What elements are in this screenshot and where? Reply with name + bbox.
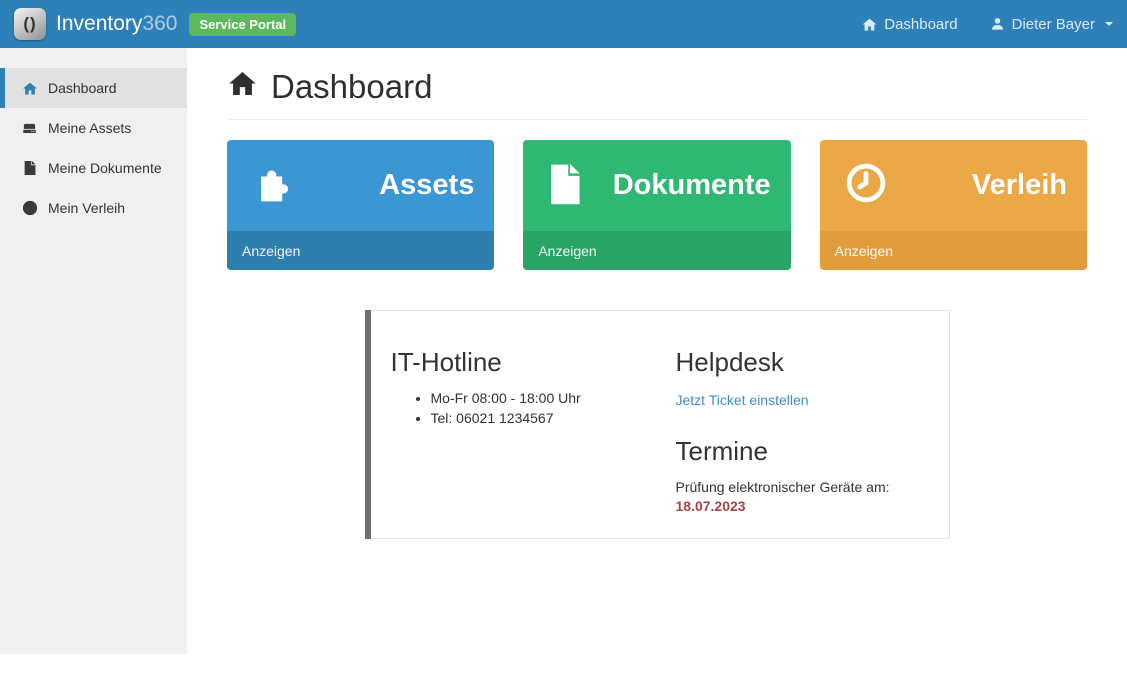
main-content: Dashboard Assets Anzeigen Dokumente Anze… (187, 68, 1127, 674)
info-panel: IT-Hotline Mo-Fr 08:00 - 18:00 Uhr Tel: … (365, 310, 950, 539)
tile-dokumente-title: Dokumente (613, 169, 771, 202)
user-icon (990, 16, 1005, 32)
brand-name: Inventory (56, 12, 142, 35)
clock-icon (844, 161, 888, 210)
helpdesk-section: Helpdesk Jetzt Ticket einstellen Termine… (676, 337, 921, 514)
tile-dokumente-action[interactable]: Anzeigen (523, 231, 790, 270)
page-title: Dashboard (227, 68, 1087, 106)
tile-assets[interactable]: Assets Anzeigen (227, 140, 494, 270)
termine-date: 18.07.2023 (676, 498, 921, 514)
navbar-dashboard-link[interactable]: Dashboard (862, 16, 957, 33)
tile-dokumente-body: Dokumente (523, 140, 790, 231)
title-divider (227, 119, 1087, 120)
clock-icon (21, 200, 38, 216)
user-name: Dieter Bayer (1012, 16, 1095, 33)
hotline-phone: Tel: 06021 1234567 (431, 408, 676, 428)
hdd-icon (21, 121, 38, 136)
tile-assets-body: Assets (227, 140, 494, 231)
file-icon (21, 160, 38, 176)
hotline-hours: Mo-Fr 08:00 - 18:00 Uhr (431, 388, 676, 408)
sidebar-item-label: Meine Assets (48, 120, 131, 136)
navbar-dashboard-label: Dashboard (884, 16, 957, 33)
helpdesk-title: Helpdesk (676, 347, 921, 378)
home-icon (21, 81, 38, 96)
tile-verleih[interactable]: Verleih Anzeigen (820, 140, 1087, 270)
tile-assets-action[interactable]: Anzeigen (227, 231, 494, 270)
tile-dokumente[interactable]: Dokumente Anzeigen (523, 140, 790, 270)
hotline-title: IT-Hotline (391, 347, 676, 378)
termine-text: Prüfung elektronischer Geräte am: (676, 477, 921, 497)
tiles-row: Assets Anzeigen Dokumente Anzeigen Verle… (227, 140, 1087, 270)
service-portal-badge: Service Portal (189, 13, 296, 36)
termine-title: Termine (676, 436, 921, 467)
sidebar-item-label: Dashboard (48, 80, 117, 96)
tile-verleih-title: Verleih (972, 169, 1067, 202)
tile-assets-title: Assets (379, 169, 474, 202)
sidebar-item-mein-verleih[interactable]: Mein Verleih (0, 188, 187, 228)
navbar-right: Dashboard Dieter Bayer (862, 16, 1113, 33)
sidebar: Dashboard Meine Assets Meine Dokumente M… (0, 48, 187, 654)
top-navbar: () Inventory360 Service Portal Dashboard… (0, 0, 1127, 48)
sidebar-item-label: Meine Dokumente (48, 160, 162, 176)
brand-suffix: 360 (142, 12, 177, 35)
app-logo-icon: () (14, 8, 46, 40)
home-icon (862, 17, 877, 32)
puzzle-icon (251, 162, 295, 209)
brand[interactable]: () Inventory360 Service Portal (14, 8, 296, 40)
sidebar-item-meine-dokumente[interactable]: Meine Dokumente (0, 148, 187, 188)
chevron-down-icon (1105, 22, 1113, 26)
sidebar-item-label: Mein Verleih (48, 200, 125, 216)
tile-verleih-body: Verleih (820, 140, 1087, 231)
page-title-text: Dashboard (271, 68, 432, 106)
brand-title: Inventory360 (56, 12, 177, 36)
user-menu[interactable]: Dieter Bayer (990, 16, 1113, 33)
sidebar-item-meine-assets[interactable]: Meine Assets (0, 108, 187, 148)
tile-verleih-action[interactable]: Anzeigen (820, 231, 1087, 270)
sidebar-item-dashboard[interactable]: Dashboard (0, 68, 187, 108)
file-icon (547, 161, 581, 210)
hotline-section: IT-Hotline Mo-Fr 08:00 - 18:00 Uhr Tel: … (391, 337, 676, 514)
hotline-list: Mo-Fr 08:00 - 18:00 Uhr Tel: 06021 12345… (391, 388, 676, 428)
panel-accent-bar (365, 310, 371, 539)
create-ticket-link[interactable]: Jetzt Ticket einstellen (676, 392, 809, 408)
home-icon (227, 68, 258, 106)
